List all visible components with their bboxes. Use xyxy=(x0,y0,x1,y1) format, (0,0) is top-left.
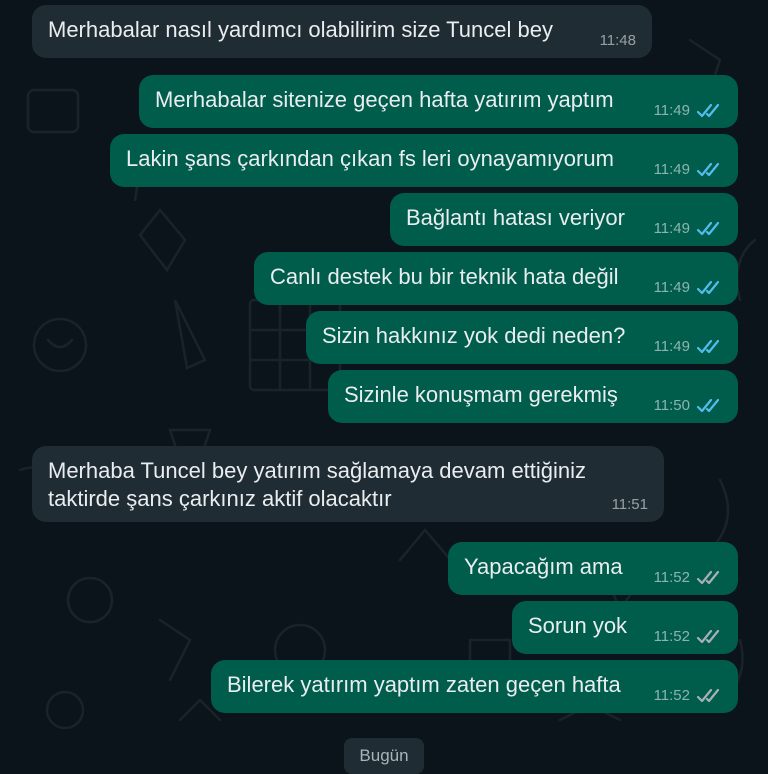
message-time: 11:51 xyxy=(611,496,648,513)
outgoing-message[interactable]: Sorun yok 11:52 xyxy=(512,601,738,654)
message-time: 11:50 xyxy=(653,397,690,414)
double-check-read-icon xyxy=(696,162,720,177)
incoming-message[interactable]: Merhabalar nasıl yardımcı olabilirim siz… xyxy=(32,5,652,58)
message-text: Bilerek yatırım yaptım zaten geçen hafta xyxy=(227,672,621,697)
outgoing-message[interactable]: Lakin şans çarkından çıkan fs leri oynay… xyxy=(110,134,738,187)
message-text: Merhaba Tuncel bey yatırım sağlamaya dev… xyxy=(48,458,587,511)
double-check-read-icon xyxy=(696,280,720,295)
date-divider: Bugün xyxy=(344,738,424,774)
message-time: 11:49 xyxy=(653,220,690,237)
message-text: Merhabalar sitenize geçen hafta yatırım … xyxy=(155,87,614,112)
outgoing-message[interactable]: Canlı destek bu bir teknik hata değil 11… xyxy=(254,252,738,305)
outgoing-message[interactable]: Yapacağım ama 11:52 xyxy=(448,542,738,595)
double-check-read-icon xyxy=(696,103,720,118)
message-time: 11:49 xyxy=(653,338,690,355)
message-time: 11:52 xyxy=(653,569,690,586)
message-text: Lakin şans çarkından çıkan fs leri oynay… xyxy=(126,146,614,171)
message-time: 11:49 xyxy=(653,102,690,119)
message-time: 11:52 xyxy=(653,687,690,704)
double-check-delivered-icon xyxy=(696,629,720,644)
double-check-read-icon xyxy=(696,221,720,236)
double-check-delivered-icon xyxy=(696,570,720,585)
incoming-message[interactable]: Merhaba Tuncel bey yatırım sağlamaya dev… xyxy=(32,446,664,522)
double-check-read-icon xyxy=(696,398,720,413)
message-text: Merhabalar nasıl yardımcı olabilirim siz… xyxy=(48,17,553,42)
outgoing-message[interactable]: Bilerek yatırım yaptım zaten geçen hafta… xyxy=(211,660,738,713)
double-check-read-icon xyxy=(696,339,720,354)
outgoing-message[interactable]: Sizin hakkınız yok dedi neden? 11:49 xyxy=(306,311,738,364)
message-time: 11:52 xyxy=(653,628,690,645)
outgoing-message[interactable]: Sizinle konuşmam gerekmiş 11:50 xyxy=(328,370,738,423)
message-time: 11:49 xyxy=(653,279,690,296)
outgoing-message[interactable]: Bağlantı hatası veriyor 11:49 xyxy=(390,193,738,246)
message-time: 11:48 xyxy=(599,32,636,49)
outgoing-message[interactable]: Merhabalar sitenize geçen hafta yatırım … xyxy=(139,75,738,128)
double-check-delivered-icon xyxy=(696,688,720,703)
message-time: 11:49 xyxy=(653,161,690,178)
